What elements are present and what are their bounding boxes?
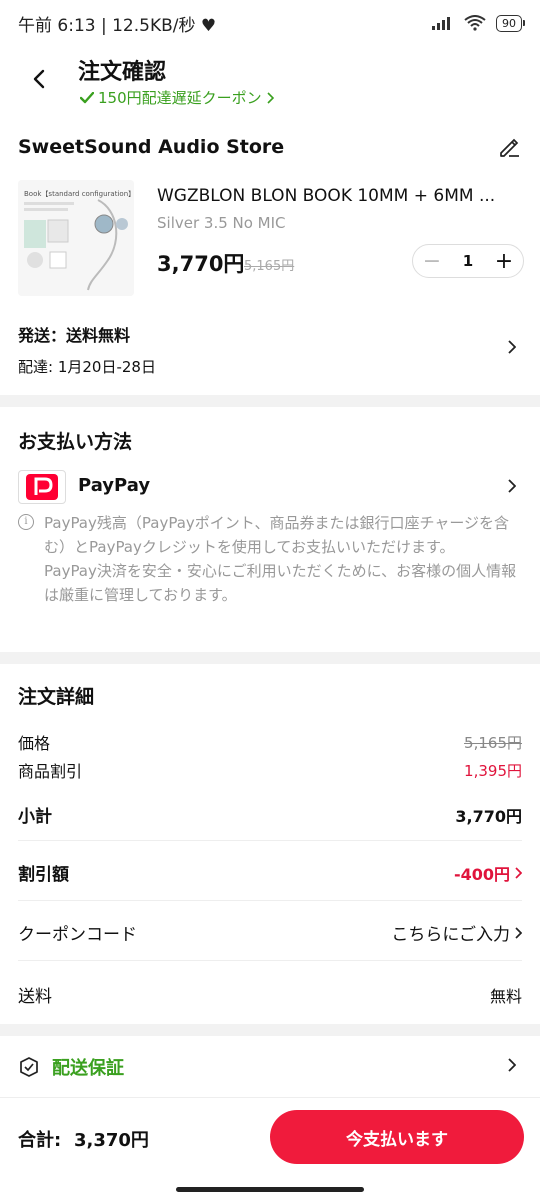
delivery-date: 配達: 1月20日-28日	[18, 358, 156, 376]
info-icon: i	[18, 514, 34, 530]
checkout-footer: 合計: 3,370円 今支払います	[0, 1098, 540, 1200]
product-price: 3,770円	[157, 252, 245, 276]
coupon-code-value-wrap: こちらにご入力	[391, 920, 522, 945]
status-right: 90	[432, 14, 525, 32]
chevron-right-icon	[508, 340, 516, 354]
shipping-fee-row: 送料 無料	[18, 982, 522, 1008]
store-name: SweetSound Audio Store	[18, 136, 285, 158]
shipping-label: 発送：送料無料	[18, 326, 131, 345]
product-variant: Silver 3.5 No MIC	[157, 214, 286, 232]
header: 注文確認 150円配達遅延クーポン	[0, 48, 540, 114]
chevron-right-icon	[508, 1058, 516, 1072]
discount-amount-label: 割引額	[18, 865, 69, 885]
product-discount-row: 商品割引 1,395円	[18, 758, 522, 782]
delivery-guarantee-label: 配送保証	[52, 1058, 124, 1079]
edit-button[interactable]	[496, 134, 522, 160]
home-indicator	[176, 1187, 364, 1192]
coupon-code-label: クーポンコード	[18, 925, 137, 945]
payment-info-text: PayPay残高（PayPayポイント、商品券または銀行口座チャージを含む）とP…	[44, 511, 524, 607]
order-details-section: 注文詳細 価格 5,165円 商品割引 1,395円 小計 3,770円 割引額…	[0, 664, 540, 1024]
product-image-caption: Book【standard configuration】	[24, 190, 134, 198]
paypay-logo-icon	[26, 474, 58, 500]
payment-info-line-2: PayPay決済を安全・安心にご利用いただくために、お客様の個人情報は厳重に管理…	[44, 562, 517, 604]
decrease-button[interactable]: −	[421, 249, 443, 274]
increase-button[interactable]: +	[493, 249, 515, 274]
chevron-right-icon	[267, 91, 274, 104]
status-bar: 午前 6:13 | 12.5KB/秒 ♥ 90	[0, 0, 540, 46]
payment-section: お支払い方法 PayPay i PayPay残高（PayPayポイント、商品券ま…	[0, 407, 540, 652]
edit-icon	[500, 138, 519, 157]
payment-title: お支払い方法	[18, 431, 133, 453]
section-separator	[0, 1024, 540, 1036]
chevron-right-icon	[515, 866, 522, 879]
section-separator	[0, 395, 540, 407]
quantity-stepper: − 1 +	[412, 244, 524, 278]
status-left: 午前 6:13 | 12.5KB/秒 ♥	[18, 11, 216, 36]
status-time-speed: 午前 6:13 | 12.5KB/秒 ♥	[18, 15, 217, 36]
wifi-icon	[464, 15, 486, 31]
price-value: 5,165円	[464, 733, 522, 752]
order-details-title: 注文詳細	[18, 686, 95, 708]
product-title: WGZBLON BLON BOOK 10MM + 6MM ...	[157, 186, 496, 206]
payment-info-line-1: PayPay残高（PayPayポイント、商品券または銀行口座チャージを含む）とP…	[44, 514, 510, 556]
shield-icon	[20, 1057, 38, 1077]
coupon-link[interactable]: 150円配達遅延クーポン	[80, 87, 274, 108]
shipping-row[interactable]: 発送：送料無料 配達: 1月20日-28日	[0, 318, 540, 382]
subtotal-value: 3,770円	[455, 806, 522, 826]
product-original-price: 5,165円	[244, 259, 295, 274]
battery-icon: 90	[496, 14, 525, 32]
signal-icon	[432, 17, 450, 30]
price-row: 価格 5,165円	[18, 730, 522, 754]
shipping-fee-label: 送料	[18, 987, 52, 1007]
subtotal-label: 小計	[18, 807, 52, 827]
payment-method-row[interactable]: PayPay	[0, 467, 540, 507]
subtotal-row: 小計 3,770円	[18, 802, 522, 828]
paypay-logo	[18, 470, 66, 504]
product-thumbnail: Book【standard configuration】	[18, 180, 134, 296]
divider	[18, 900, 522, 901]
product-discount-label: 商品割引	[18, 762, 83, 781]
pay-now-button[interactable]: 今支払います	[270, 1110, 524, 1164]
payment-method-name: PayPay	[78, 475, 151, 496]
coupon-link-label: 150円配達遅延クーポン	[98, 89, 262, 107]
back-button[interactable]	[24, 64, 54, 94]
divider	[18, 960, 522, 961]
coupon-code-value: こちらにご入力	[391, 925, 510, 945]
total-label: 合計:	[18, 1130, 62, 1151]
product-discount-value: 1,395円	[464, 761, 522, 780]
quantity-value: 1	[462, 252, 474, 270]
price-label: 価格	[18, 734, 51, 753]
delivery-guarantee-row[interactable]: 配送保証	[0, 1036, 540, 1096]
chevron-left-icon	[33, 69, 45, 89]
coupon-code-row[interactable]: クーポンコード こちらにご入力	[18, 920, 522, 945]
section-separator	[0, 652, 540, 664]
product-image[interactable]: Book【standard configuration】	[18, 180, 134, 296]
chevron-right-icon	[515, 926, 522, 939]
store-section: SweetSound Audio Store Book【standard con…	[0, 118, 540, 393]
discount-amount-value: -400円	[453, 864, 510, 884]
page-title: 注文確認	[78, 60, 167, 85]
chevron-right-icon	[508, 479, 516, 493]
shipping-fee-value: 無料	[489, 986, 522, 1006]
divider	[18, 840, 522, 841]
check-icon	[80, 91, 94, 103]
total-value: 3,370円	[74, 1130, 149, 1151]
discount-amount-row[interactable]: 割引額 -400円	[18, 860, 522, 885]
discount-amount-value-wrap: -400円	[454, 861, 522, 885]
